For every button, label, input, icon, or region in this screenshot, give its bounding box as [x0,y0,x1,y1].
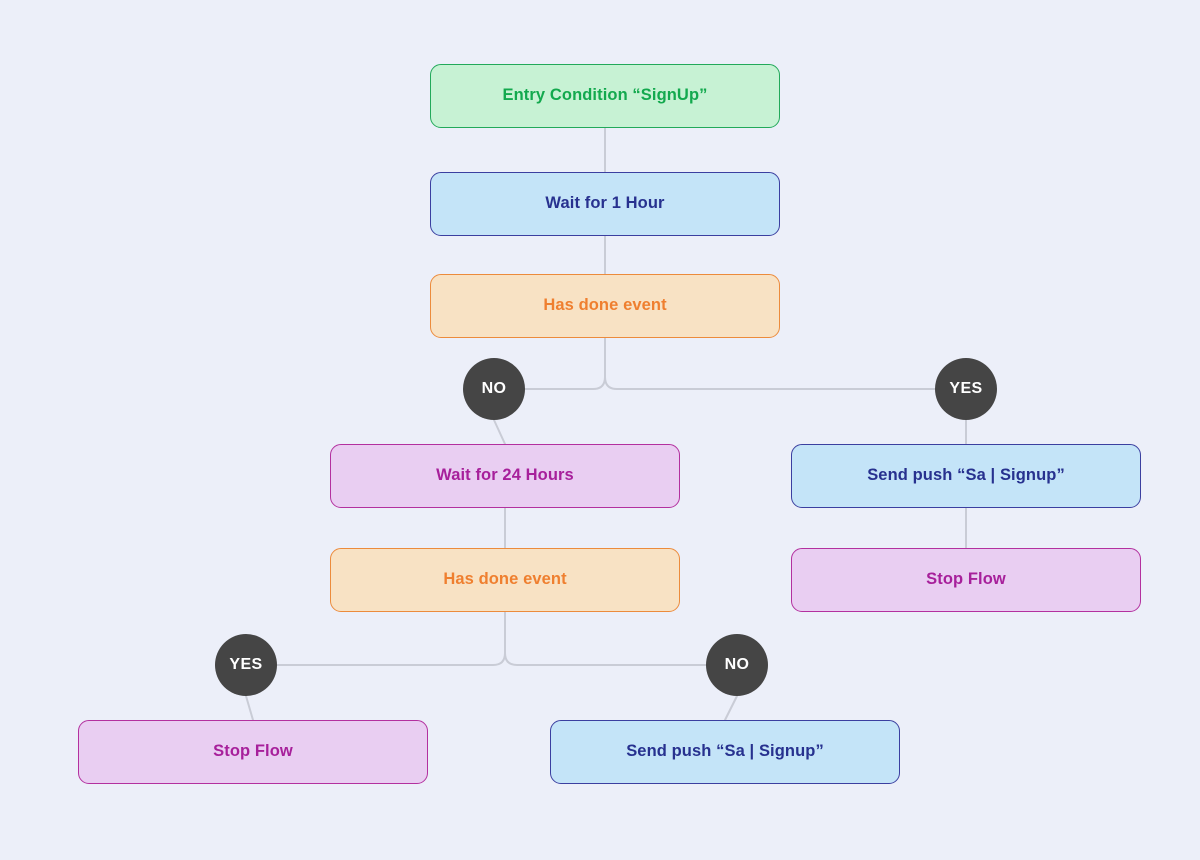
branch-badge-label: NO [481,380,507,397]
connector-badge-no-1-to-wait24h [493,419,506,445]
flow-node-condition[interactable]: Has done event [330,548,680,612]
branch-badge-no[interactable]: NO [706,634,768,696]
flow-node-condition[interactable]: Has done event [430,274,780,338]
connector-decision2-to-badge-no-2 [504,611,707,666]
branch-badge-no[interactable]: NO [463,358,525,420]
flow-node-stop-flow[interactable]: Stop Flow [791,548,1141,612]
branch-badge-yes[interactable]: YES [215,634,277,696]
branch-badge-label: YES [229,656,263,673]
connector-badge-no-2-to-push-no-2 [724,695,738,721]
flow-node-label: Stop Flow [926,570,1006,589]
branch-badge-yes[interactable]: YES [935,358,997,420]
flow-node-label: Send push “Sa | Signup” [867,466,1065,485]
flow-node-label: Wait for 24 Hours [436,466,574,485]
connector-decision1-to-badge-no-1 [524,337,606,390]
flow-node-wait[interactable]: Wait for 1 Hour [430,172,780,236]
flow-canvas[interactable]: Entry Condition “SignUp” Wait for 1 Hour H… [0,0,1200,860]
flow-node-send-push[interactable]: Send push “Sa | Signup” [791,444,1141,508]
branch-badge-label: YES [949,380,983,397]
flow-node-send-push[interactable]: Send push “Sa | Signup” [550,720,900,784]
connector-decision1-to-badge-yes-1 [604,337,936,390]
flow-node-label: Stop Flow [213,742,293,761]
connector-badge-yes-2-to-stop-left [245,695,254,721]
flow-node-entry-condition[interactable]: Entry Condition “SignUp” [430,64,780,128]
flow-node-label: Wait for 1 Hour [545,194,665,213]
flow-node-stop-flow[interactable]: Stop Flow [78,720,428,784]
branch-badge-label: NO [724,656,750,673]
flow-node-label: Has done event [443,570,567,589]
connector-decision2-to-badge-yes-2 [276,611,506,666]
flow-node-label: Has done event [543,296,667,315]
flow-node-label: Send push “Sa | Signup” [626,742,824,761]
flow-node-label: Entry Condition “SignUp” [502,86,708,105]
flow-node-wait[interactable]: Wait for 24 Hours [330,444,680,508]
